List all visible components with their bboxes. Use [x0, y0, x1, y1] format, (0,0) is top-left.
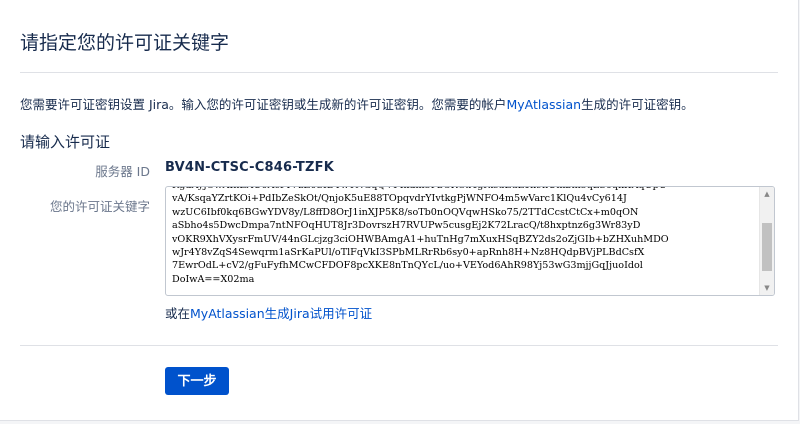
- next-button[interactable]: 下一步: [165, 367, 229, 395]
- scrollbar-thumb[interactable]: [762, 223, 772, 271]
- scroll-up-arrow-icon[interactable]: ▲: [760, 187, 774, 201]
- helper-text-before: 或在: [165, 306, 191, 321]
- helper-myatlassian-link[interactable]: MyAtlassian: [190, 306, 265, 321]
- generate-trial-license-link[interactable]: 生成Jira试用许可证: [265, 306, 372, 321]
- myatlassian-link[interactable]: MyAtlassian: [506, 97, 581, 112]
- license-key-textarea[interactable]: RgdAyjOwAIhEAU0AcFI+zE0SIDTwTNGqQ+PIkdm5…: [165, 186, 775, 296]
- page-title: 请指定您的许可证关键字: [20, 32, 230, 54]
- scroll-down-arrow-icon[interactable]: ▼: [760, 281, 774, 295]
- helper-text: 或在MyAtlassian生成Jira试用许可证: [165, 303, 372, 322]
- footer-divider: [20, 345, 778, 346]
- server-id-label: 服务器 ID: [95, 164, 150, 179]
- license-key-text[interactable]: RgdAyjOwAIhEAU0AcFI+zE0SIDTwTNGqQ+PIkdm5…: [172, 187, 756, 286]
- license-scrollbar[interactable]: ▲ ▼: [759, 187, 774, 295]
- title-divider: [20, 72, 778, 73]
- intro-text-after: 生成的许可证密钥。: [581, 97, 694, 112]
- intro-text: 您需要许可证密钥设置 Jira。输入您的许可证密钥或生成新的许可证密钥。您需要的…: [20, 94, 694, 113]
- license-key-label: 您的许可证关键字: [49, 199, 150, 214]
- setup-card: 请指定您的许可证关键字 您需要许可证密钥设置 Jira。输入您的许可证密钥或生成…: [0, 0, 799, 421]
- section-title: 请输入许可证: [20, 133, 111, 151]
- server-id-value: BV4N-CTSC-C846-TZFK: [165, 160, 334, 175]
- intro-text-before: 您需要许可证密钥设置 Jira。输入您的许可证密钥或生成新的许可证密钥。您需要的…: [20, 97, 507, 112]
